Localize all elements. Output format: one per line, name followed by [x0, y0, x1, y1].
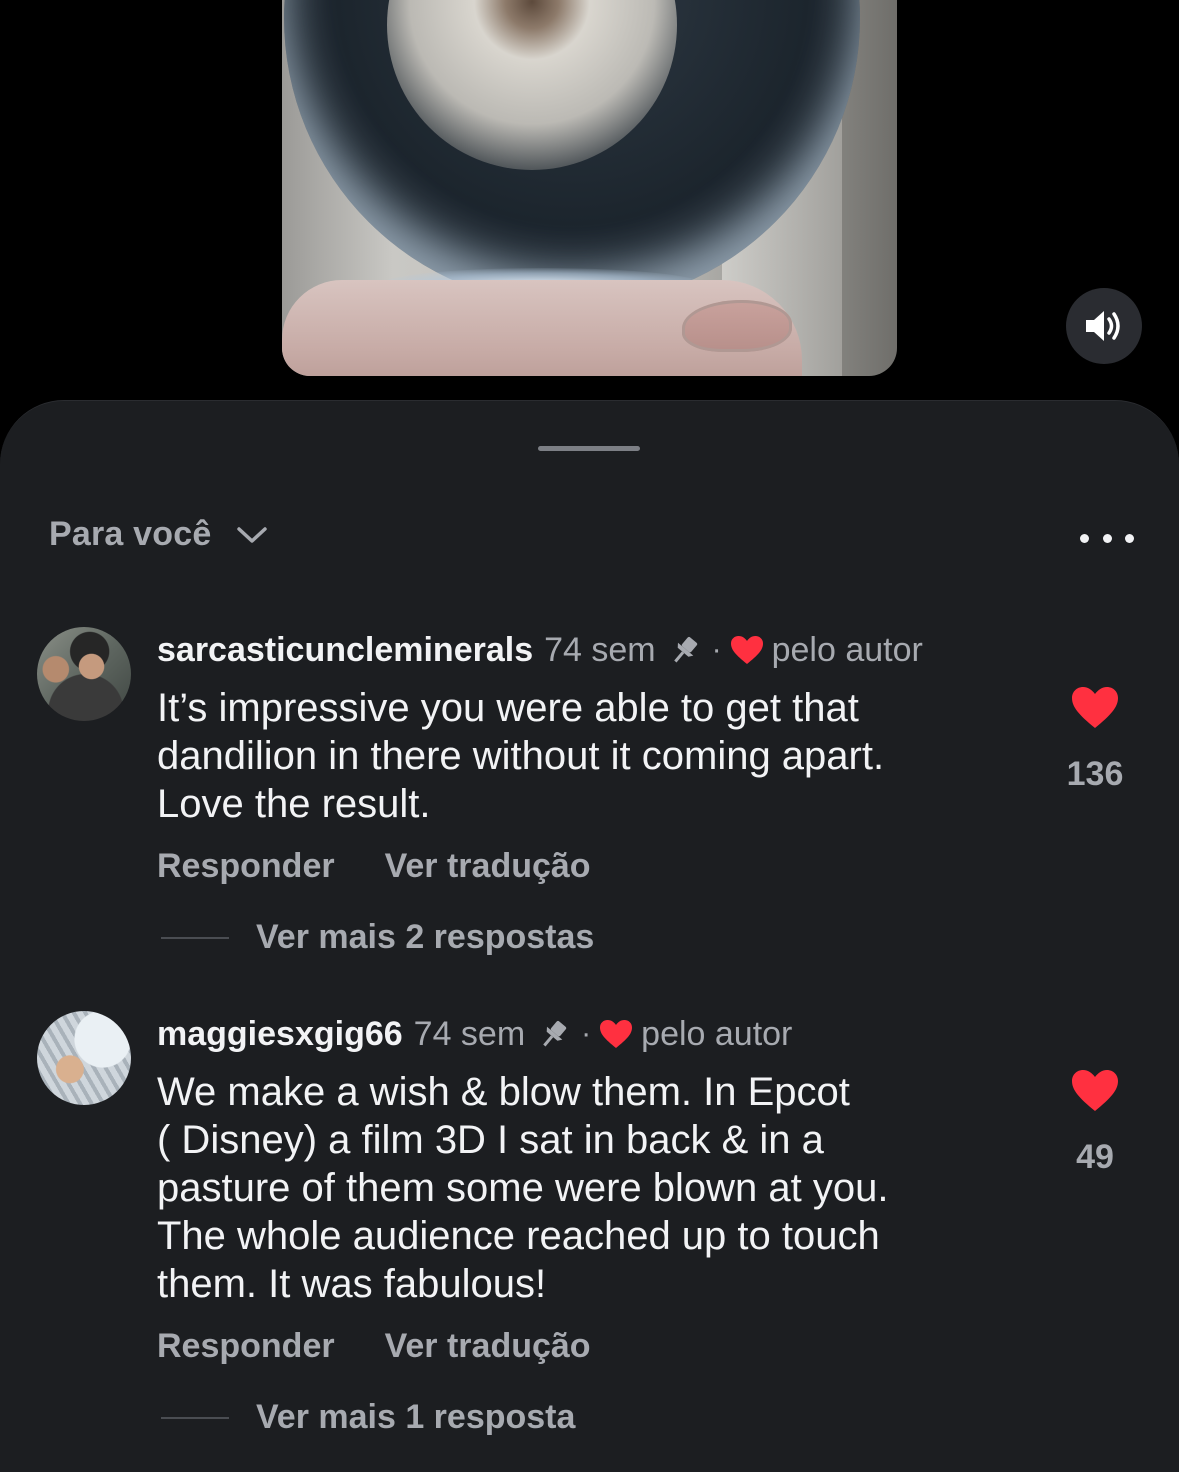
reply-button[interactable]: Responder [157, 847, 335, 886]
comment-username[interactable]: sarcasticuncleminerals [157, 630, 533, 670]
view-more-replies-label: Ver mais 1 resposta [256, 1398, 576, 1436]
comment-actions: Responder Ver tradução [157, 847, 591, 886]
replies-divider-line [161, 1416, 229, 1419]
speaker-icon [1086, 311, 1120, 341]
comments-sheet: Para você sarcasticuncleminerals 74 sem [0, 400, 1179, 1472]
heart-icon [599, 1019, 633, 1049]
pin-icon [668, 634, 702, 666]
view-more-replies-button[interactable]: Ver mais 2 respostas [161, 918, 594, 957]
heart-icon [730, 635, 764, 665]
replies-divider-line [161, 936, 229, 939]
comment-text: We make a wish & blow them. In Epcot ( D… [157, 1070, 889, 1306]
avatar[interactable] [37, 1011, 131, 1105]
view-more-replies-label: Ver mais 2 respostas [256, 918, 595, 956]
header-separator: · [581, 1017, 592, 1050]
comment-timestamp: 74 sem [544, 631, 656, 669]
chevron-down-icon [237, 526, 268, 543]
view-more-replies-button[interactable]: Ver mais 1 resposta [161, 1398, 575, 1437]
comment-timestamp: 74 sem [413, 1015, 526, 1053]
video-preview[interactable] [282, 0, 897, 376]
sort-label: Para você [49, 515, 212, 553]
like-count: 136 [1066, 755, 1124, 793]
more-dot [1102, 533, 1112, 543]
fingernail-image [682, 300, 792, 352]
header-separator: · [711, 633, 722, 666]
pin-icon [537, 1018, 571, 1050]
sound-toggle-button[interactable] [1066, 288, 1142, 364]
sheet-grabber-handle[interactable] [538, 446, 640, 451]
avatar[interactable] [37, 627, 131, 721]
sort-comments-button[interactable]: Para você [49, 515, 268, 554]
heart-icon[interactable] [1071, 686, 1119, 730]
reply-button[interactable]: Responder [157, 1327, 335, 1366]
liked-by-author-label: pelo autor [641, 1015, 793, 1053]
more-options-icon[interactable] [1080, 526, 1134, 550]
translate-button[interactable]: Ver tradução [385, 1327, 591, 1366]
heart-icon[interactable] [1071, 1069, 1119, 1113]
comment-username[interactable]: maggiesxgig66 [157, 1014, 403, 1054]
liked-by-author-label: pelo autor [771, 631, 923, 669]
comment-text: It’s impressive you were able to get tha… [157, 686, 885, 826]
more-dot [1080, 533, 1089, 543]
translate-button[interactable]: Ver tradução [385, 847, 591, 886]
like-count: 49 [1076, 1138, 1114, 1176]
comment-header: maggiesxgig66 74 sem · pelo autor [157, 1014, 792, 1054]
comment-header: sarcasticuncleminerals 74 sem · pelo aut… [157, 630, 923, 670]
comment-actions: Responder Ver tradução [157, 1327, 591, 1366]
more-dot [1125, 533, 1134, 543]
